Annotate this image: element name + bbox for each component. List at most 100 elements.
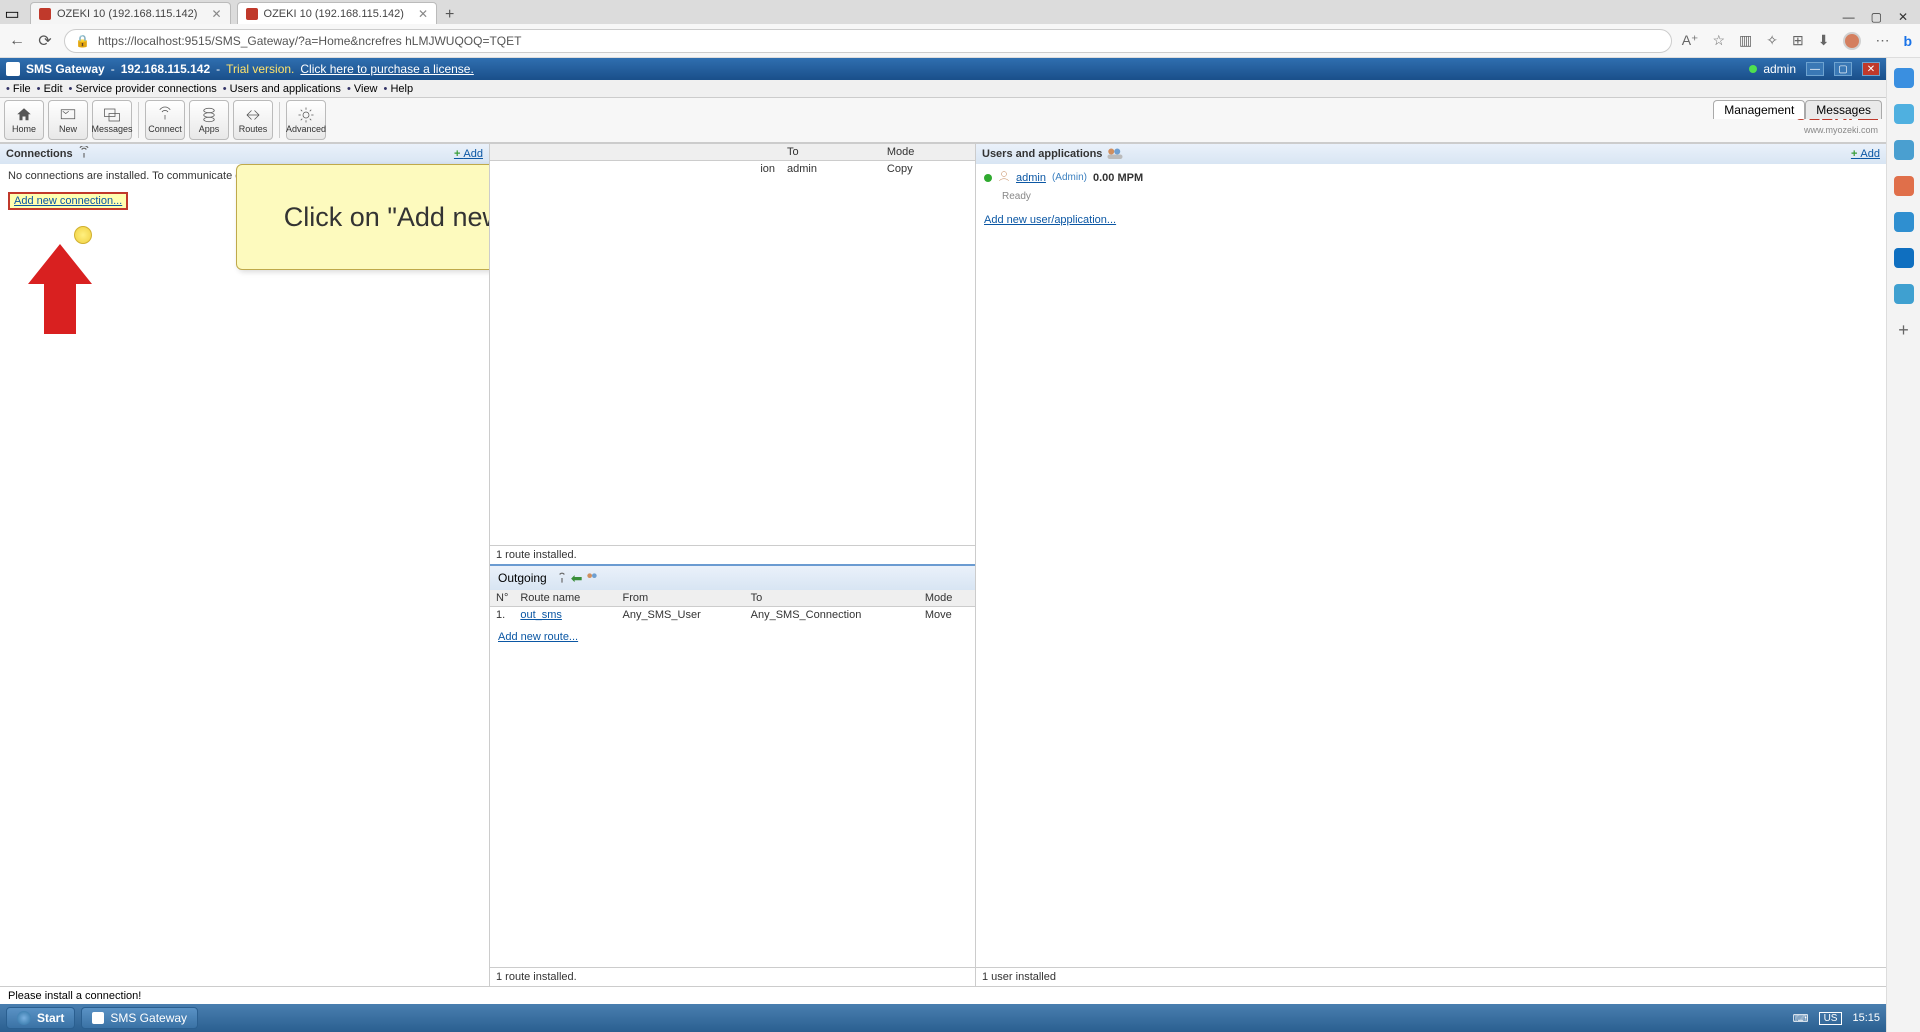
add-new-connection-link[interactable]: Add new connection...: [14, 195, 122, 207]
tutorial-callout: Click on "Add new connection...": [236, 164, 489, 270]
outgoing-footer: 1 route installed.: [490, 967, 975, 986]
outlook-icon[interactable]: [1894, 248, 1914, 268]
new-button[interactable]: New: [48, 100, 88, 140]
tab-list-icon[interactable]: ▭: [0, 4, 24, 24]
new-tab-button[interactable]: +: [445, 6, 454, 24]
refresh-icon[interactable]: ⟳: [36, 32, 54, 50]
menu-icon[interactable]: ⋯: [1875, 32, 1889, 49]
edge-sidebar: +: [1886, 58, 1920, 1032]
chat-icon[interactable]: [1894, 104, 1914, 124]
menu-view[interactable]: View: [347, 83, 378, 95]
antenna-icon: [77, 146, 91, 163]
tab-management[interactable]: Management: [1713, 100, 1805, 119]
tools-icon[interactable]: [1894, 140, 1914, 160]
avatar[interactable]: [1843, 32, 1861, 50]
user-row[interactable]: admin (Admin) 0.00 MPM: [976, 164, 1886, 191]
taskbar-app[interactable]: SMS Gateway: [81, 1007, 198, 1029]
current-user: admin: [1763, 62, 1796, 76]
favicon-icon: [39, 8, 51, 20]
tab-messages[interactable]: Messages: [1805, 100, 1882, 119]
favorite-icon[interactable]: ☆: [1712, 32, 1725, 49]
split-icon[interactable]: ▥: [1739, 32, 1752, 49]
incoming-footer: 1 route installed.: [490, 545, 975, 564]
close-icon[interactable]: ✕: [211, 7, 221, 21]
tab-title: OZEKI 10 (192.168.115.142): [264, 8, 404, 20]
app-window: SMS Gateway - 192.168.115.142 - Trial ve…: [0, 58, 1886, 1032]
favicon-icon: [246, 8, 258, 20]
table-row[interactable]: ion admin Copy: [490, 161, 975, 178]
close-icon[interactable]: ✕: [418, 7, 428, 21]
messages-button[interactable]: Messages: [92, 100, 132, 140]
table-row[interactable]: 1. out_sms Any_SMS_User Any_SMS_Connecti…: [490, 607, 975, 624]
menu-users[interactable]: Users and applications: [223, 83, 341, 95]
menu-file[interactable]: File: [6, 83, 31, 95]
status-dot-icon: [984, 174, 992, 182]
address-bar: ← ⟳ 🔒 https://localhost:9515/SMS_Gateway…: [0, 24, 1920, 58]
menu-connections[interactable]: Service provider connections: [69, 83, 217, 95]
system-tray: ⌨ US 15:15: [1793, 1012, 1880, 1025]
maximize-icon[interactable]: ▢: [1871, 10, 1882, 24]
status-dot-icon: [1749, 65, 1757, 73]
browser-tabs: ▭ OZEKI 10 (192.168.115.142) ✕ OZEKI 10 …: [0, 0, 1920, 24]
add-user-link-top[interactable]: Add: [1851, 148, 1880, 160]
collections-icon[interactable]: ✧: [1766, 32, 1778, 49]
app-close-icon[interactable]: ✕: [1862, 62, 1880, 76]
send-icon[interactable]: [1894, 284, 1914, 304]
add-connection-link-top[interactable]: Add: [454, 148, 483, 160]
callout-text: Click on "Add new connection...": [284, 202, 489, 233]
buy-license-link[interactable]: Click here to purchase a license.: [300, 62, 473, 76]
games-icon[interactable]: [1894, 212, 1914, 232]
copilot-icon[interactable]: b: [1903, 33, 1912, 49]
back-icon[interactable]: ←: [8, 32, 26, 50]
cursor-highlight-icon: [74, 226, 92, 244]
keyboard-icon[interactable]: ⌨: [1793, 1012, 1809, 1025]
user-mpm: 0.00 MPM: [1093, 172, 1143, 184]
taskbar: Start SMS Gateway ⌨ US 15:15: [0, 1004, 1886, 1032]
lock-icon: 🔒: [75, 34, 90, 48]
tab-title: OZEKI 10 (192.168.115.142): [57, 8, 197, 20]
routes-button[interactable]: Routes: [233, 100, 273, 140]
left-status: Please install a connection!: [0, 986, 1886, 1004]
home-button[interactable]: Home: [4, 100, 44, 140]
incoming-table: ToMode ion admin Copy: [490, 144, 975, 177]
advanced-button[interactable]: Advanced: [286, 100, 326, 140]
users-footer: 1 user installed: [976, 967, 1886, 986]
add-new-user-link[interactable]: Add new user/application...: [984, 214, 1116, 226]
start-orb-icon: [17, 1011, 31, 1025]
connect-button[interactable]: Connect: [145, 100, 185, 140]
add-icon[interactable]: +: [1894, 320, 1914, 340]
minimize-icon[interactable]: —: [1843, 10, 1855, 24]
trial-label: Trial version.: [226, 62, 294, 76]
connections-panel: Connections Add No connections are insta…: [0, 144, 490, 986]
browser-tab-2[interactable]: OZEKI 10 (192.168.115.142) ✕: [237, 2, 438, 24]
extensions-icon[interactable]: ⊞: [1792, 32, 1804, 49]
app-minimize-icon[interactable]: —: [1806, 62, 1824, 76]
add-new-route-link[interactable]: Add new route...: [498, 631, 578, 643]
user-icon: [998, 170, 1010, 185]
workarea: Connections Add No connections are insta…: [0, 143, 1886, 986]
app-maximize-icon[interactable]: ▢: [1834, 62, 1852, 76]
menu-help[interactable]: Help: [384, 83, 414, 95]
keyboard-layout[interactable]: US: [1819, 1012, 1843, 1025]
menu-edit[interactable]: Edit: [37, 83, 63, 95]
url-input[interactable]: 🔒 https://localhost:9515/SMS_Gateway/?a=…: [64, 29, 1672, 53]
shopping-icon[interactable]: [1894, 176, 1914, 196]
close-icon[interactable]: ✕: [1898, 10, 1908, 24]
browser-tab-1[interactable]: OZEKI 10 (192.168.115.142) ✕: [30, 2, 231, 24]
app-icon: [92, 1012, 104, 1024]
route-name-link[interactable]: out_sms: [520, 609, 562, 621]
search-icon[interactable]: [1894, 68, 1914, 88]
downloads-icon[interactable]: ⬇: [1818, 32, 1830, 49]
start-button[interactable]: Start: [6, 1007, 75, 1029]
read-aloud-icon[interactable]: A⁺: [1682, 32, 1699, 49]
users-panel: Users and applications Add admin (Admin)…: [976, 144, 1886, 986]
menubar: File Edit Service provider connections U…: [0, 80, 1886, 98]
outgoing-header: Outgoing ⬅: [490, 566, 975, 590]
apps-button[interactable]: Apps: [189, 100, 229, 140]
app-title: SMS Gateway: [26, 62, 105, 76]
clock: 15:15: [1852, 1012, 1880, 1024]
user-status: Ready: [976, 191, 1886, 202]
window-controls: — ▢ ✕: [1843, 10, 1920, 24]
red-arrow-icon: [28, 244, 92, 334]
user-name-link[interactable]: admin: [1016, 172, 1046, 184]
